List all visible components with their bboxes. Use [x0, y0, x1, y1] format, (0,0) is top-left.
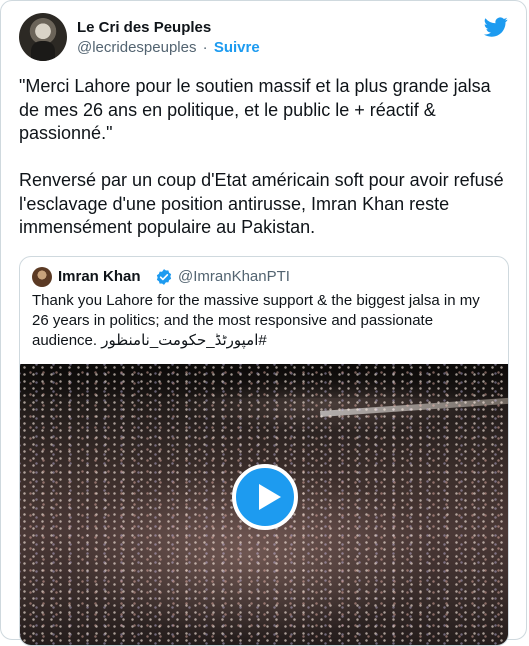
- author-handle-row: @lecridespeuples · Suivre: [77, 39, 260, 57]
- quoted-hashtag[interactable]: #امپورٹڈ_حکومت_نامنظور: [101, 332, 266, 349]
- play-icon: [259, 484, 281, 510]
- quoted-tweet-text: Thank you Lahore for the massive support…: [32, 291, 498, 351]
- play-button[interactable]: [232, 464, 298, 530]
- tweet-header: Le Cri des Peuples @lecridespeuples · Su…: [19, 13, 512, 61]
- quoted-avatar[interactable]: [32, 267, 52, 287]
- separator-dot: ·: [202, 39, 208, 56]
- tweet-text: "Merci Lahore pour le soutien massif et …: [19, 76, 504, 237]
- twitter-bird-icon[interactable]: [484, 15, 508, 39]
- author-name[interactable]: Le Cri des Peuples: [77, 19, 211, 37]
- video-thumbnail[interactable]: [20, 364, 508, 645]
- tweet-embed-card: Le Cri des Peuples @lecridespeuples · Su…: [0, 0, 527, 646]
- quoted-author-name[interactable]: Imran Khan: [58, 268, 141, 286]
- follow-button[interactable]: Suivre: [214, 39, 260, 56]
- verified-badge-icon: [156, 269, 172, 285]
- quoted-tweet[interactable]: Imran Khan @ImranKhanPTI Thank you Lahor…: [19, 256, 509, 646]
- quoted-tweet-header: Imran Khan @ImranKhanPTI: [32, 267, 498, 287]
- avatar[interactable]: [19, 13, 67, 61]
- author-handle[interactable]: @lecridespeuples: [77, 39, 196, 56]
- quoted-author-handle[interactable]: @ImranKhanPTI: [178, 268, 290, 286]
